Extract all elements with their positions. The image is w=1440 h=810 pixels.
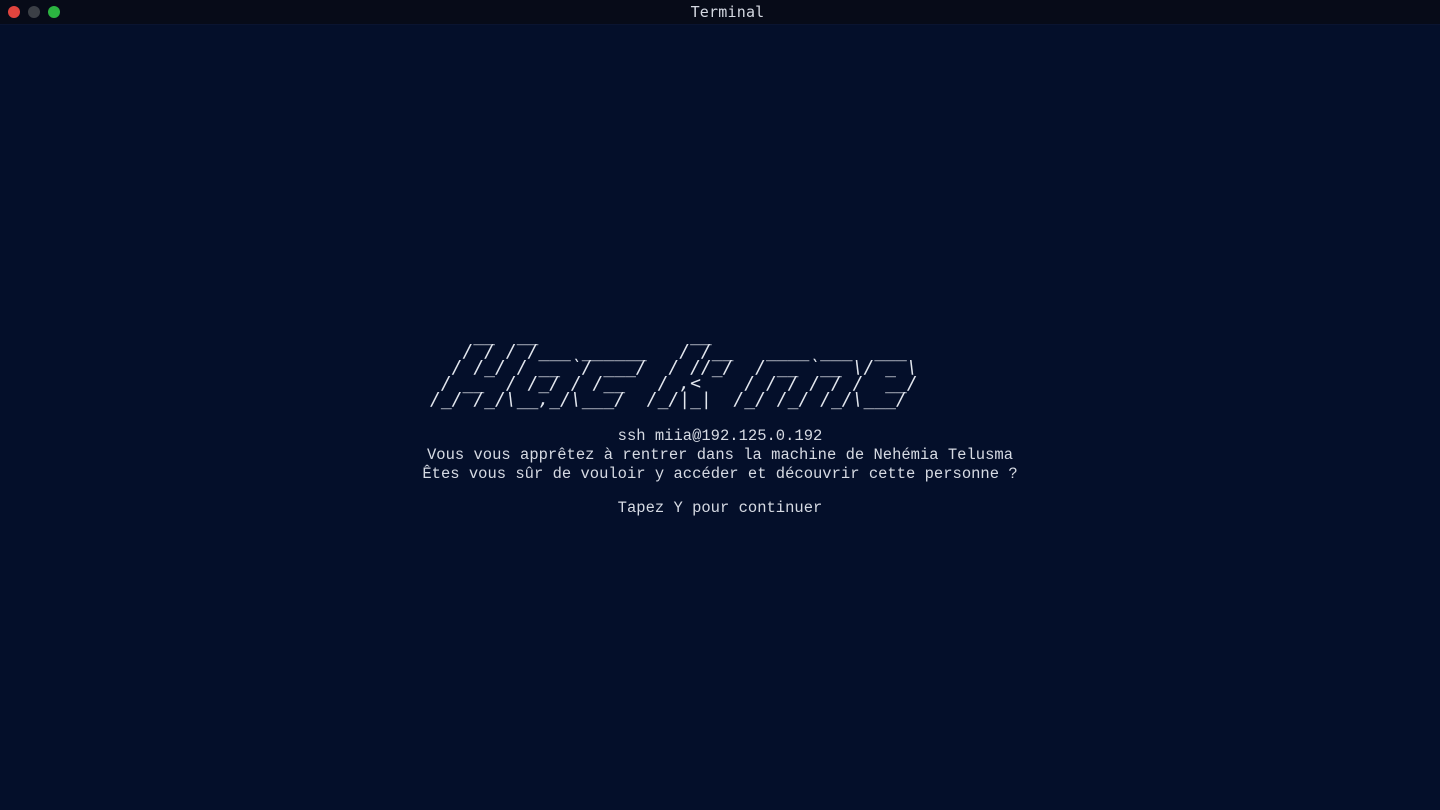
continue-prompt: Tapez Y pour continuer xyxy=(617,499,823,517)
warning-line: Vous vous apprêtez à rentrer dans la mac… xyxy=(427,446,1013,464)
terminal-window: Terminal __ __ __ / / / /___ ______ / /_… xyxy=(0,0,1440,810)
window-title: Terminal xyxy=(690,3,765,21)
title-bar: Terminal xyxy=(0,0,1440,25)
ascii-banner: __ __ __ / / / /___ ______ / /__ ____ __… xyxy=(430,325,918,410)
terminal-screen[interactable]: __ __ __ / / / /___ ______ / /__ ____ __… xyxy=(0,25,1440,810)
ssh-command: ssh miia@192.125.0.192 xyxy=(617,427,823,445)
confirm-question: Êtes vous sûr de vouloir y accéder et dé… xyxy=(422,465,1018,483)
